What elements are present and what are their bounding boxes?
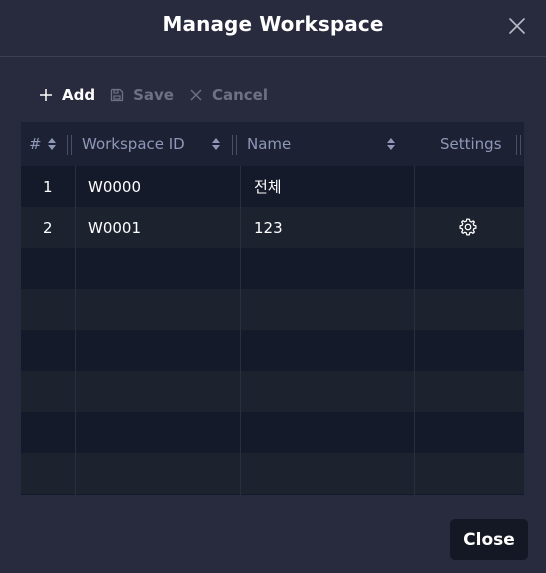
column-divider — [75, 166, 76, 495]
name-cell: 전체 — [254, 178, 282, 196]
column-resize-handle[interactable] — [516, 135, 521, 155]
close-button[interactable]: Close — [450, 519, 528, 560]
table-row — [21, 412, 524, 453]
table-row — [21, 330, 524, 371]
workspace-table: # Workspace ID Name Settings 1 W0000 전체 … — [21, 122, 524, 495]
dialog-header: Manage Workspace — [0, 0, 546, 57]
cancel-button[interactable]: Cancel — [188, 86, 268, 104]
column-resize-handle[interactable] — [232, 135, 237, 155]
close-icon[interactable] — [506, 15, 528, 37]
name-cell: 123 — [254, 218, 283, 237]
column-header-name[interactable]: Name — [247, 122, 291, 166]
column-divider — [240, 166, 241, 495]
gear-icon[interactable] — [458, 217, 478, 237]
add-button[interactable]: Add — [38, 86, 95, 104]
save-label: Save — [133, 86, 174, 104]
sort-icon[interactable] — [386, 136, 396, 152]
toolbar: Add Save Cancel — [38, 84, 282, 106]
sort-icon[interactable] — [211, 136, 221, 152]
column-header-number[interactable]: # — [29, 122, 42, 166]
column-header-workspace-id[interactable]: Workspace ID — [82, 122, 185, 166]
workspace-id-cell: W0000 — [88, 177, 142, 196]
table-row — [21, 371, 524, 412]
row-number: 1 — [43, 177, 53, 196]
table-row[interactable]: 1 W0000 전체 — [21, 166, 524, 207]
table-header: # Workspace ID Name Settings — [21, 122, 524, 166]
x-icon — [188, 87, 204, 103]
workspace-id-cell: W0001 — [88, 218, 142, 237]
column-resize-handle[interactable] — [67, 135, 72, 155]
manage-workspace-dialog: Manage Workspace Add Save Cancel # Works… — [0, 0, 546, 573]
row-number: 2 — [43, 218, 53, 237]
save-icon — [109, 87, 125, 103]
add-label: Add — [62, 86, 96, 104]
column-divider — [414, 166, 415, 495]
table-row — [21, 453, 524, 494]
dialog-title: Manage Workspace — [162, 12, 384, 36]
table-row — [21, 248, 524, 289]
table-row — [21, 289, 524, 330]
cancel-label: Cancel — [211, 86, 268, 104]
plus-icon — [38, 87, 54, 103]
table-row[interactable]: 2 W0001 123 — [21, 207, 524, 248]
sort-icon[interactable] — [47, 136, 57, 152]
save-button[interactable]: Save — [109, 86, 174, 104]
column-header-settings[interactable]: Settings — [440, 122, 502, 166]
